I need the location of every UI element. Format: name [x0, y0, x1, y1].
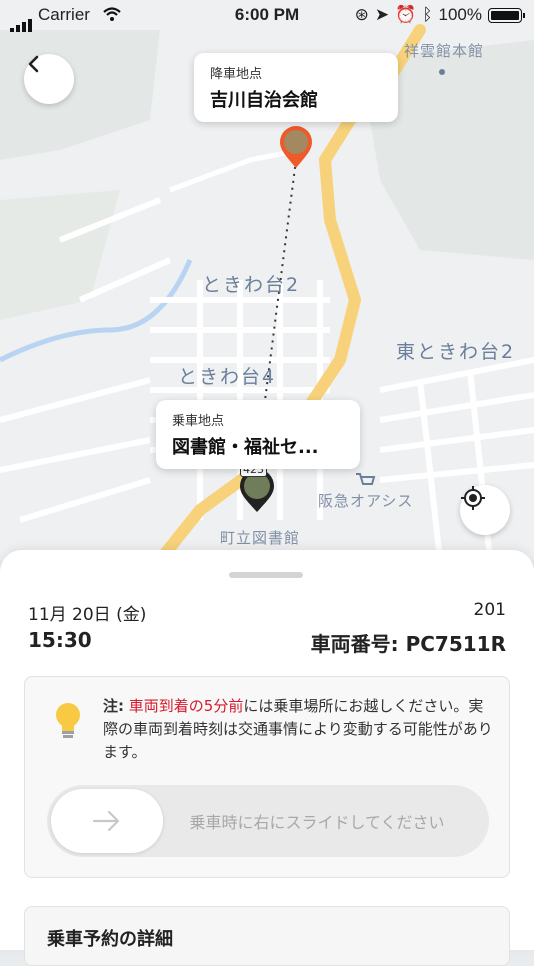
arrival-notice: 注: 車両到着の5分前には乗車場所にお越しください。実際の車両到着時刻は交通事情… [24, 676, 510, 878]
route-number: 201 [473, 600, 506, 620]
slider-knob[interactable] [51, 789, 163, 853]
current-location-button[interactable] [460, 485, 510, 535]
lightbulb-icon [56, 703, 80, 738]
dropoff-label: 降車地点 [210, 67, 263, 82]
map-label-higashi-tokiwadai2: 東ときわ台2 [396, 341, 516, 363]
dropoff-place: 吉川自治会館 [210, 90, 318, 111]
pickup-callout[interactable]: 乗車地点 図書館・福祉セ... [156, 400, 360, 469]
pickup-label: 乗車地点 [172, 414, 225, 429]
map-label-hankyu-oasis: 阪急オアシス [318, 492, 414, 510]
crosshair-icon [461, 486, 485, 510]
booking-date: 11月 20日 (金) [28, 605, 147, 625]
map-label-shounkan: 祥雲館本館 [404, 42, 485, 60]
vehicle-number: 車両番号: PC7511R [310, 632, 506, 656]
sheet-drag-handle[interactable] [229, 572, 303, 578]
map-label-tokiwadai4: ときわ台4 [178, 366, 277, 388]
arrow-right-icon [92, 810, 120, 832]
bluetooth-icon: ᛒ [422, 5, 433, 24]
notice-prefix: 注: [103, 697, 124, 715]
booking-time: 15:30 [28, 628, 92, 652]
booking-details-card[interactable]: 乗車予約の詳細 [24, 906, 510, 966]
boarding-slider[interactable]: 乗車時に右にスライドしてください [47, 785, 489, 857]
status-bar: Carrier 6:00 PM ⊛ ➤ ⏰ ᛒ 100% [0, 0, 534, 32]
battery-icon [488, 7, 525, 23]
battery-percent: 100% [438, 5, 482, 24]
pickup-place: 図書館・福祉セ... [172, 437, 319, 458]
location-arrow-icon: ➤ [374, 5, 390, 24]
map-label-tokiwadai2: ときわ台2 [202, 274, 301, 296]
slider-label: 乗車時に右にスライドしてください [189, 813, 445, 832]
booking-details-title: 乗車予約の詳細 [47, 929, 173, 950]
notice-highlight: 車両到着の5分前 [128, 697, 244, 715]
chevron-left-icon [28, 55, 39, 73]
alarm-icon: ⏰ [395, 5, 417, 24]
notice-text: 注: 車両到着の5分前には乗車場所にお越しください。実際の車両到着時刻は交通事情… [103, 695, 493, 764]
dropoff-callout[interactable]: 降車地点 吉川自治会館 [194, 53, 398, 122]
map-view[interactable]: 祥雲館本館 ときわ台2 ときわ台4 東ときわ台2 阪急オアシス 町立図書館 42… [0, 0, 534, 560]
map-label-library: 町立図書館 [220, 529, 301, 547]
back-button[interactable] [24, 54, 74, 104]
rotation-lock-icon: ⊛ [354, 5, 369, 24]
booking-sheet: 11月 20日 (金) 201 15:30 車両番号: PC7511R 注: 車… [0, 550, 534, 966]
